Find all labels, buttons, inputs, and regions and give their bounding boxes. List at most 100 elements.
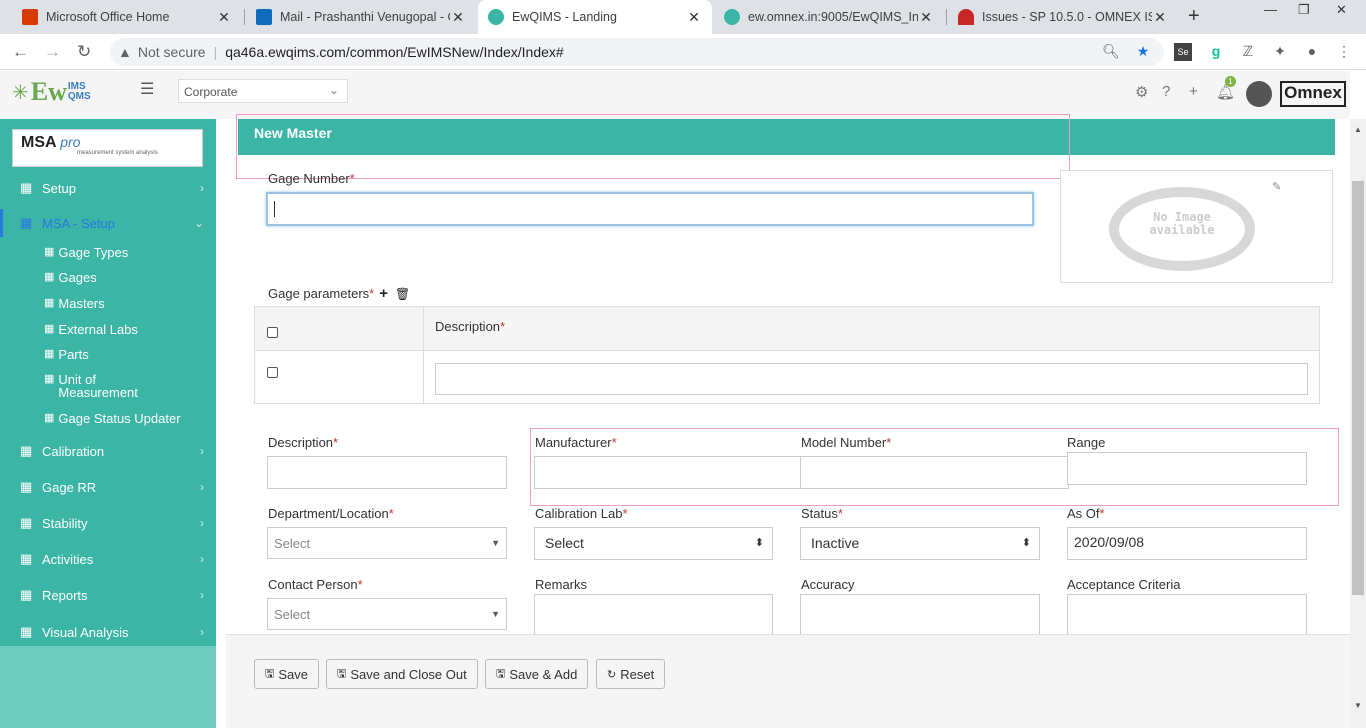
description-column-header: Description* xyxy=(435,319,505,334)
tab-ewqims-landing[interactable]: EwQIMS - Landing ✕ xyxy=(478,0,712,34)
sidebar-item-label: Gage RR xyxy=(42,479,97,495)
close-icon[interactable]: ✕ xyxy=(450,9,466,26)
range-input[interactable] xyxy=(1067,452,1307,485)
security-label[interactable]: Not secure xyxy=(138,44,206,60)
page-scrollbar[interactable]: ▲ ▼ xyxy=(1350,119,1366,728)
tab-office[interactable]: Microsoft Office Home ✕ xyxy=(12,0,242,34)
chevron-right-icon: › xyxy=(200,181,204,195)
save-button[interactable]: 🖫 Save xyxy=(254,659,320,689)
updown-caret-icon: ⬍ xyxy=(754,537,764,549)
label-text: Model Number xyxy=(801,435,887,450)
grammarly-extension-icon[interactable]: g xyxy=(1207,43,1225,61)
back-icon[interactable]: ← xyxy=(12,42,29,62)
tab-issues[interactable]: Issues - SP 10.5.0 - OMNEX ISSU ✕ xyxy=(948,0,1178,34)
subitem-label: Masters xyxy=(58,296,105,311)
contact-person-select[interactable]: Select ▼ xyxy=(267,598,507,630)
required-mark: * xyxy=(611,435,617,450)
manufacturer-input[interactable] xyxy=(534,456,801,489)
sidebar-item-activities[interactable]: ▦ Activities › xyxy=(0,551,216,567)
select-all-checkbox[interactable] xyxy=(267,327,278,338)
model-number-input[interactable] xyxy=(800,456,1069,489)
url-divider: | xyxy=(213,44,218,60)
sidebar-item-label: Setup xyxy=(42,180,76,196)
zoom-icon[interactable]: 🔍︎ xyxy=(1102,43,1120,61)
sidebar-subitem-gage-types[interactable]: ▦ Gage Types xyxy=(44,245,128,260)
sidebar-subitem-unit-of-measurement[interactable]: ▦ Unit of Measurement xyxy=(44,373,154,399)
reset-button[interactable]: ↻ Reset xyxy=(596,659,666,689)
minimize-button[interactable]: — xyxy=(1264,2,1277,17)
warning-icon: ▲ xyxy=(118,44,132,60)
add-parameter-icon[interactable]: + xyxy=(379,285,388,302)
sidebar-subitem-parts[interactable]: ▦ Parts xyxy=(44,347,89,362)
chevron-down-icon: ⌄ xyxy=(193,216,204,230)
calibration-lab-select[interactable]: Select ⬍ xyxy=(534,527,773,560)
gage-number-input[interactable] xyxy=(266,192,1034,226)
as-of-date-input[interactable]: 2020/09/08 xyxy=(1067,527,1307,560)
browser-menu-icon[interactable]: ⋮ xyxy=(1335,43,1353,61)
subitem-label: External Labs xyxy=(58,322,138,337)
delete-trash-icon[interactable]: 🗑︎ xyxy=(395,287,410,301)
outlook-icon xyxy=(256,9,272,25)
selenium-extension-icon[interactable]: Se xyxy=(1174,43,1192,61)
puzzle-extensions-icon[interactable]: ✦ xyxy=(1271,43,1289,61)
sidebar-item-stability[interactable]: ▦ Stability › xyxy=(0,515,216,531)
window-close-button[interactable]: ✕ xyxy=(1336,2,1347,18)
sidebar-subitem-external-labs[interactable]: ▦ External Labs xyxy=(44,322,138,337)
extension-icon[interactable]: ℤ xyxy=(1239,43,1257,61)
sidebar-item-visual-analysis[interactable]: ▦ Visual Analysis › xyxy=(0,624,216,640)
new-tab-button[interactable]: + xyxy=(1188,5,1200,28)
save-and-close-button[interactable]: 🖫 Save and Close Out xyxy=(326,659,478,689)
tab-mail[interactable]: Mail - Prashanthi Venugopal - C ✕ xyxy=(246,0,476,34)
add-icon[interactable]: + xyxy=(1189,83,1198,100)
issues-icon xyxy=(958,9,974,25)
restore-button[interactable]: ❐ xyxy=(1298,2,1310,18)
acceptance-criteria-input[interactable] xyxy=(1067,594,1307,639)
hamburger-menu-icon[interactable]: ☰ xyxy=(140,79,154,99)
reload-icon[interactable]: ↻ xyxy=(77,42,91,62)
url-text[interactable]: qa46a.ewqims.com/common/EwIMSNew/Index/I… xyxy=(225,44,563,60)
description-input[interactable] xyxy=(267,456,507,489)
tab-title: Mail - Prashanthi Venugopal - C xyxy=(280,10,450,24)
close-icon[interactable]: ✕ xyxy=(918,9,934,26)
required-mark: * xyxy=(369,286,375,301)
label-text: As Of xyxy=(1067,506,1100,521)
ewqims-logo[interactable]: ✳ Ew IMS QMS xyxy=(12,77,91,107)
scroll-up-icon[interactable]: ▲ xyxy=(1354,125,1362,134)
sidebar-item-gage-rr[interactable]: ▦ Gage RR › xyxy=(0,479,216,495)
sidebar-subitem-gage-status-updater[interactable]: ▦ Gage Status Updater xyxy=(44,411,181,426)
close-icon[interactable]: ✕ xyxy=(216,9,232,26)
edit-image-icon[interactable]: ✎ xyxy=(1272,180,1281,193)
sidebar-item-setup[interactable]: ▦ Setup › xyxy=(0,180,216,196)
close-icon[interactable]: ✕ xyxy=(686,9,702,26)
scroll-down-icon[interactable]: ▼ xyxy=(1354,701,1362,710)
department-location-select[interactable]: Select ▼ xyxy=(267,527,507,559)
sidebar-subitem-gages[interactable]: ▦ Gages xyxy=(44,270,97,285)
description-label: Description* xyxy=(268,435,338,450)
sidebar-item-reports[interactable]: ▦ Reports › xyxy=(0,587,216,603)
user-avatar[interactable] xyxy=(1246,81,1272,107)
building-icon: ▦ xyxy=(44,373,55,385)
close-icon[interactable]: ✕ xyxy=(1152,9,1168,26)
tab-omnex-instance[interactable]: ew.omnex.in:9005/EwQIMS_Inst ✕ xyxy=(714,0,944,34)
parameter-description-input[interactable] xyxy=(435,363,1308,395)
settings-gear-icon[interactable]: ⚙ xyxy=(1135,83,1148,101)
remarks-textarea[interactable] xyxy=(534,594,773,639)
status-select[interactable]: Inactive ⬍ xyxy=(800,527,1040,560)
sidebar-item-msa-setup[interactable]: ▦ MSA - Setup ⌄ xyxy=(0,209,216,237)
scrollbar-thumb[interactable] xyxy=(1352,181,1364,595)
profile-icon[interactable]: ● xyxy=(1303,43,1321,61)
gage-image-box[interactable]: No Image available xyxy=(1060,170,1333,283)
gage-number-label: Gage Number* xyxy=(268,171,355,186)
row-checkbox[interactable] xyxy=(267,367,278,378)
save-and-add-button[interactable]: 🖫 Save & Add xyxy=(485,659,589,689)
required-mark: * xyxy=(357,577,363,592)
accuracy-input[interactable] xyxy=(800,594,1040,639)
help-icon[interactable]: ? xyxy=(1162,83,1170,100)
sidebar-item-calibration[interactable]: ▦ Calibration › xyxy=(0,443,216,459)
sidebar-subitem-masters[interactable]: ▦ Masters xyxy=(44,296,105,311)
forward-icon[interactable]: → xyxy=(44,42,61,62)
logo-suffix: IMS QMS xyxy=(67,82,91,102)
corporate-select[interactable]: Corporate ⌄ xyxy=(178,79,348,103)
url-field[interactable]: ▲ Not secure | qa46a.ewqims.com/common/E… xyxy=(110,38,1164,66)
bookmark-star-icon[interactable]: ★ xyxy=(1134,43,1152,61)
